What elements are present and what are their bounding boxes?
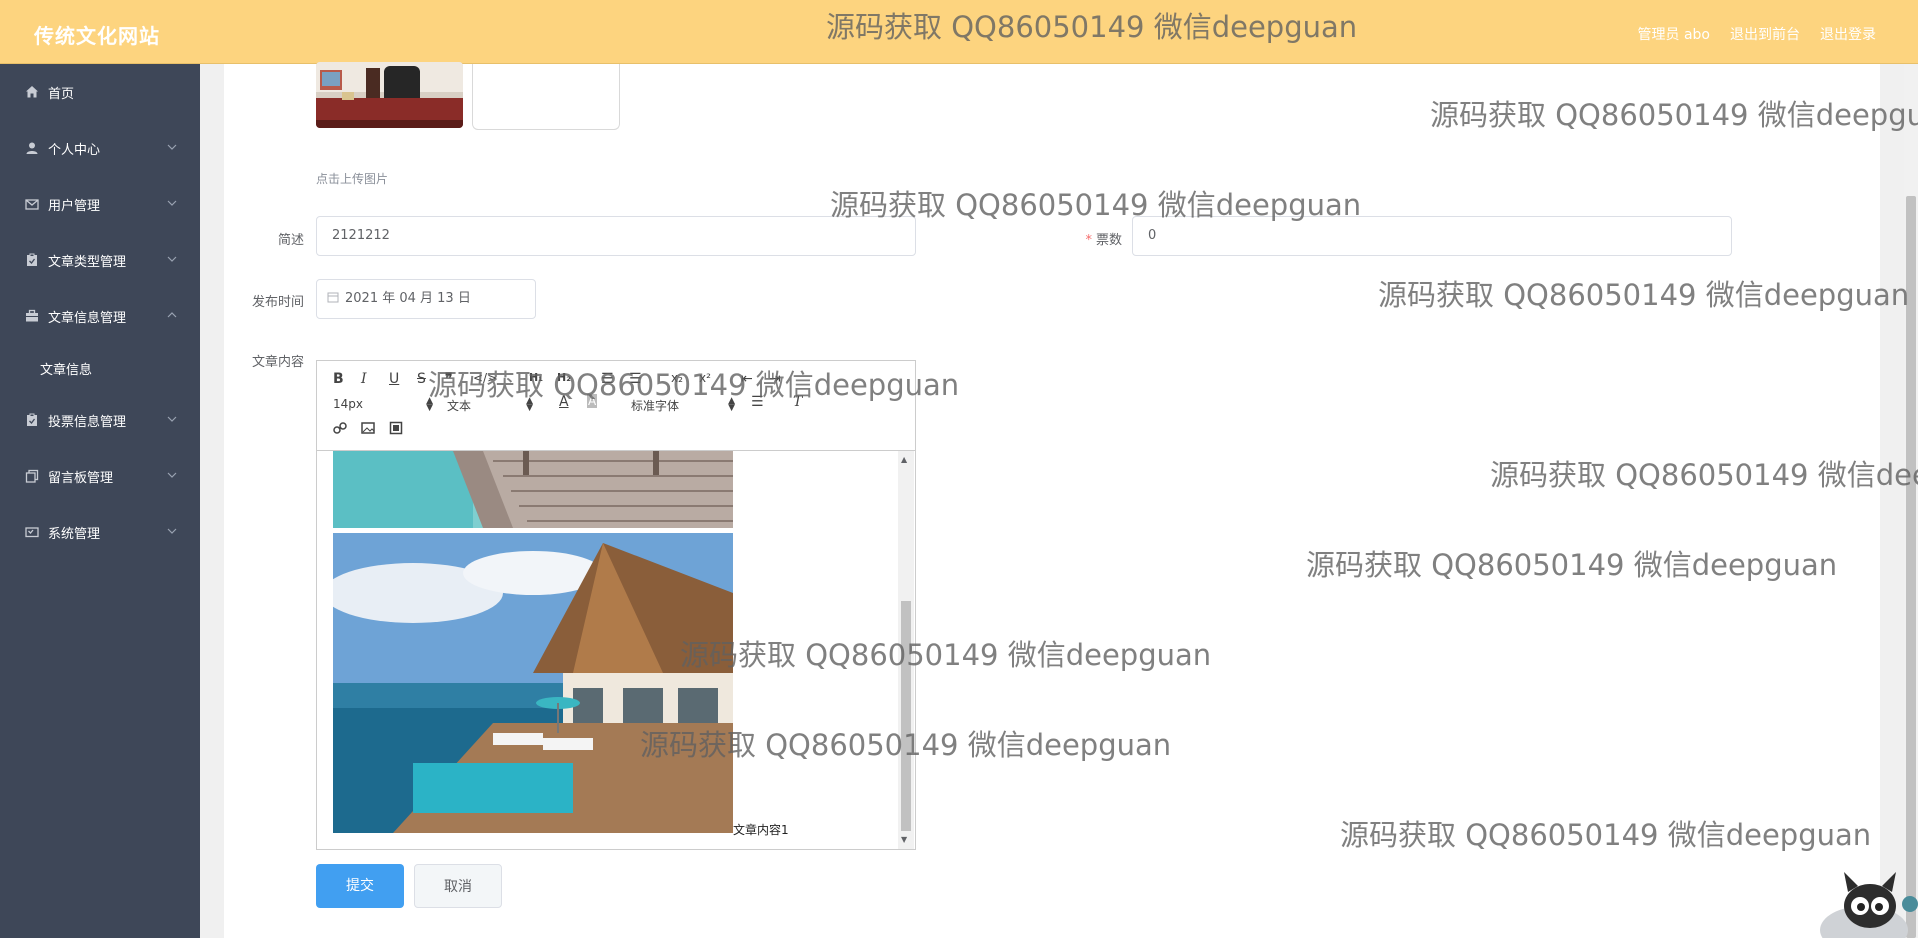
briefcase-icon — [24, 308, 40, 324]
sidebar-subitem-article-info[interactable]: 文章信息 — [0, 344, 200, 392]
page-scroll-thumb[interactable] — [1906, 196, 1916, 938]
content-label: 文章内容 — [251, 355, 304, 370]
select-arrows-icon: ▲ ▼ — [728, 396, 735, 413]
clear-format-icon[interactable]: T — [793, 394, 802, 410]
italic-icon[interactable]: I — [361, 371, 367, 387]
sidebar-item-message-board-management[interactable]: 留言板管理 — [0, 448, 200, 504]
uploaded-image-thumbnail[interactable] — [316, 62, 463, 128]
select-arrows-icon: ▲ ▼ — [426, 396, 433, 413]
home-icon — [24, 84, 40, 100]
scroll-down-arrow-icon[interactable]: ▼ — [901, 835, 907, 844]
block-type-select[interactable]: 文本 ▲ ▼ — [447, 396, 533, 414]
chevron-down-icon — [167, 416, 177, 422]
chevron-down-icon — [167, 200, 177, 206]
sidebar-item-user-management[interactable]: 用户管理 — [0, 176, 200, 232]
sidebar-item-label: 留言板管理 — [48, 470, 114, 486]
strikethrough-icon[interactable]: S — [417, 371, 426, 387]
sidebar-item-label: 文章信息管理 — [48, 310, 127, 326]
editor-toolbar: B I U S ❞ </> H₁ H₂ ☰ ☰ x₂ x² ⇤ ⇥ 14px ▲… — [317, 361, 915, 451]
publish-date-value: 2021 年 04 月 13 日 — [345, 291, 471, 306]
calendar-icon — [327, 292, 339, 303]
publish-date-picker[interactable]: 2021 年 04 月 13 日 — [316, 279, 536, 319]
votes-label: * 票数 — [1060, 229, 1122, 248]
sidebar-item-label: 文章类型管理 — [48, 254, 127, 270]
chevron-down-icon — [167, 472, 177, 478]
header-2-icon[interactable]: H₂ — [557, 371, 571, 384]
site-brand[interactable]: 传统文化网站 — [34, 20, 160, 49]
background-color-icon[interactable]: A — [587, 394, 598, 408]
back-to-frontend-link[interactable]: 退出到前台 — [1730, 24, 1800, 44]
description-label: 简述 — [277, 233, 304, 248]
bullet-list-icon[interactable]: ☰ — [629, 371, 642, 387]
top-header: 传统文化网站 管理员 abo 退出到前台 退出登录 — [0, 0, 1918, 64]
sidebar-item-personal-center[interactable]: 个人中心 — [0, 120, 200, 176]
ordered-list-icon[interactable]: ☰ — [601, 371, 614, 387]
font-family-select[interactable]: 标准字体 ▲ ▼ — [631, 396, 735, 414]
content-image-dock — [333, 451, 733, 528]
link-icon[interactable] — [333, 421, 347, 435]
font-size-select[interactable]: 14px ▲ ▼ — [333, 396, 433, 413]
code-block-icon[interactable]: </> — [473, 371, 497, 385]
votes-input[interactable]: 0 — [1132, 216, 1732, 256]
admin-user-link[interactable]: 管理员 abo — [1638, 24, 1710, 44]
sidebar-item-home[interactable]: 首页 — [0, 64, 200, 120]
header-links: 管理员 abo 退出到前台 退出登录 — [1638, 24, 1876, 44]
outdent-icon[interactable]: ⇤ — [741, 371, 753, 387]
font-size-value: 14px — [333, 397, 363, 411]
subscript-icon[interactable]: x₂ — [671, 371, 683, 385]
description-input[interactable]: 2121212 — [316, 216, 916, 256]
cancel-button[interactable]: 取消 — [414, 864, 502, 908]
mail-icon — [24, 196, 40, 212]
font-family-value: 标准字体 — [631, 399, 680, 413]
chevron-down-icon — [167, 528, 177, 534]
page-scrollbar[interactable] — [1904, 64, 1918, 938]
sidebar-item-vote-management[interactable]: 投票信息管理 — [0, 392, 200, 448]
content-text: 文章内容1 — [733, 823, 789, 837]
blockquote-icon[interactable]: ❞ — [445, 371, 453, 387]
clipboard-check-icon — [24, 412, 40, 428]
select-arrows-icon: ▲ ▼ — [526, 396, 533, 413]
sidebar-item-label: 系统管理 — [48, 526, 101, 542]
scroll-up-arrow-icon[interactable]: ▲ — [901, 455, 907, 464]
editor-scroll-thumb[interactable] — [901, 601, 911, 831]
image-icon[interactable] — [361, 421, 375, 435]
user-icon — [24, 140, 40, 156]
content-image-villa — [333, 533, 733, 833]
font-color-icon[interactable]: A — [559, 394, 569, 410]
submit-button[interactable]: 提交 — [316, 864, 404, 908]
required-mark: * — [1085, 233, 1092, 248]
sidebar-item-article-info-management[interactable]: 文章信息管理 — [0, 288, 200, 344]
editor-content-area[interactable]: 文章内容1 — [317, 451, 897, 849]
underline-icon[interactable]: U — [389, 371, 399, 387]
copy-icon — [24, 468, 40, 484]
votes-label-text: 票数 — [1095, 233, 1122, 248]
bold-icon[interactable]: B — [333, 371, 344, 387]
superscript-icon[interactable]: x² — [699, 371, 711, 385]
sidebar-item-article-type-management[interactable]: 文章类型管理 — [0, 232, 200, 288]
sidebar-item-label: 首页 — [48, 86, 75, 102]
align-icon[interactable]: ☰ — [751, 394, 764, 410]
rich-text-editor[interactable]: B I U S ❞ </> H₁ H₂ ☰ ☰ x₂ x² ⇤ ⇥ 14px ▲… — [316, 360, 916, 850]
editor-scrollbar[interactable]: ▲ ▼ — [898, 451, 914, 849]
video-icon[interactable] — [389, 421, 403, 435]
sidebar-item-system-management[interactable]: 系统管理 — [0, 504, 200, 560]
sidebar-item-label: 投票信息管理 — [48, 414, 127, 430]
credit-card-icon — [24, 524, 40, 540]
clipboard-icon — [24, 252, 40, 268]
upload-tip: 点击上传图片 — [316, 172, 389, 186]
mascot-image[interactable] — [1810, 870, 1918, 938]
header-1-icon[interactable]: H₁ — [529, 371, 543, 384]
sidebar-item-label: 用户管理 — [48, 198, 101, 214]
publish-time-label: 发布时间 — [251, 295, 304, 310]
chevron-up-icon — [167, 312, 177, 318]
logout-link[interactable]: 退出登录 — [1820, 24, 1876, 44]
sidebar: 首页 个人中心 用户管理 文章类型管理 文章信息管理 文章信息 投票信息管理 留… — [0, 64, 200, 938]
chevron-down-icon — [167, 144, 177, 150]
sidebar-subitem-label: 文章信息 — [40, 362, 93, 378]
chevron-down-icon — [167, 256, 177, 262]
sidebar-item-label: 个人中心 — [48, 142, 101, 158]
block-type-value: 文本 — [447, 399, 472, 413]
indent-icon[interactable]: ⇥ — [769, 371, 781, 387]
upload-add-box[interactable] — [472, 64, 620, 130]
